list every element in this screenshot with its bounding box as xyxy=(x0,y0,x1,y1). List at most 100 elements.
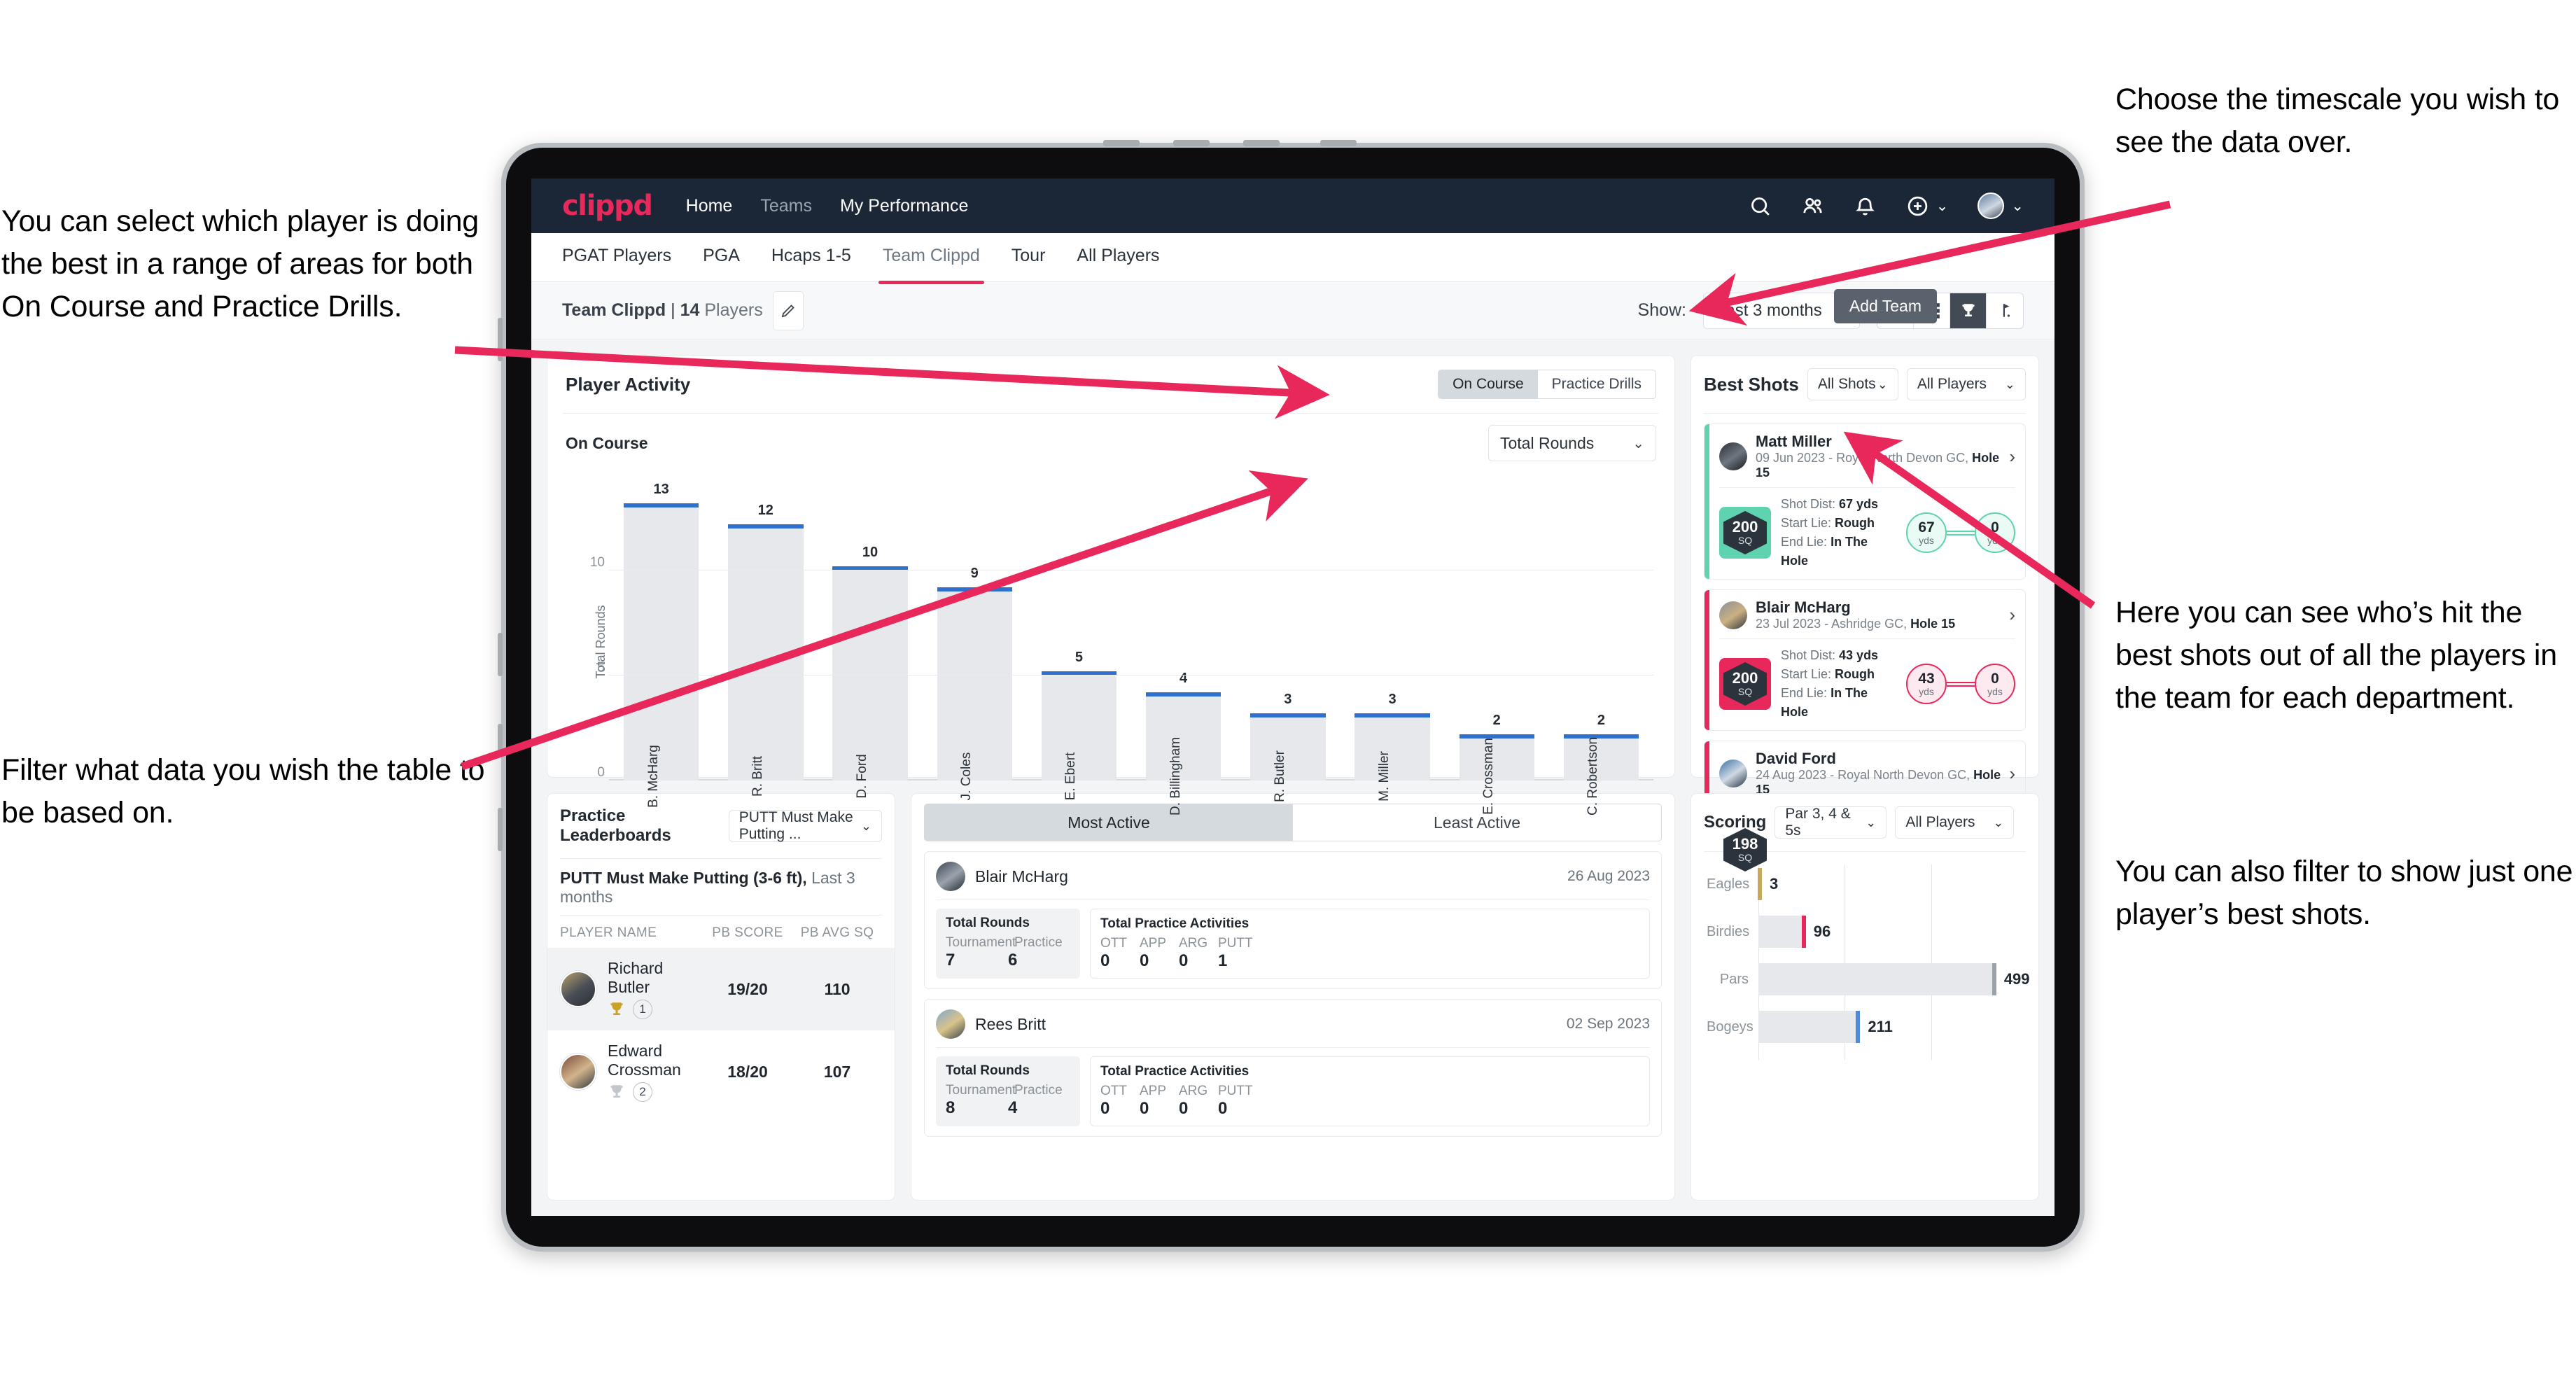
plus-circle-icon[interactable] xyxy=(1906,195,1929,218)
scoring-category-label: Eagles xyxy=(1707,876,1750,892)
trophy-icon xyxy=(610,1002,623,1016)
tab-pga[interactable]: PGA xyxy=(703,246,740,269)
tab-tour[interactable]: Tour xyxy=(1011,246,1046,269)
chart-bar-column[interactable]: 4 D. Billingham xyxy=(1131,486,1236,816)
tab-team-clippd[interactable]: Team Clippd xyxy=(878,246,984,284)
chart-bar[interactable] xyxy=(728,524,804,780)
nav-link-my-performance[interactable]: My Performance xyxy=(840,196,968,216)
chart-y-tick: 10 xyxy=(589,555,605,570)
metric-select[interactable]: Total Rounds ⌄ xyxy=(1488,425,1656,461)
create-menu[interactable]: ⌄ xyxy=(1906,195,1948,218)
chart-bar-column[interactable]: 3 R. Butler xyxy=(1236,486,1340,802)
start-lie-line: Start Lie: Rough xyxy=(1781,667,1875,681)
divider xyxy=(936,899,1650,900)
chart-bar-column[interactable]: 12 R. Britt xyxy=(713,486,818,797)
chevron-down-icon: ⌄ xyxy=(2011,197,2024,214)
player-count: 14 xyxy=(680,300,700,320)
total-rounds-box: Total Rounds Tournament Practice 8 4 xyxy=(936,1056,1080,1126)
tab-hcaps-1-5[interactable]: Hcaps 1-5 xyxy=(771,246,851,269)
edit-team-button[interactable] xyxy=(772,290,804,330)
scoring-bar-row[interactable]: Birdies 96 xyxy=(1707,912,2023,951)
chart-bar-column[interactable]: 2 E. Crossman xyxy=(1445,486,1549,815)
clippd-logo[interactable]: clippd xyxy=(562,190,653,222)
player-avatar[interactable] xyxy=(936,1009,965,1039)
chart-bar[interactable] xyxy=(937,587,1012,780)
practice-key: PUTT xyxy=(1218,936,1253,951)
chevron-right-icon[interactable]: › xyxy=(2009,446,2015,468)
chart-bar-column[interactable]: 10 D. Ford xyxy=(818,486,922,799)
rounds-values: 84 xyxy=(946,1098,1070,1118)
chart-bar[interactable] xyxy=(832,566,908,780)
scoring-bar-row[interactable]: Bogeys 211 xyxy=(1707,1007,2023,1046)
par-filter-select[interactable]: Par 3, 4 & 5s ⌄ xyxy=(1774,806,1887,839)
drill-select[interactable]: PUTT Must Make Putting ... ⌄ xyxy=(728,809,882,842)
annotation-left-top: You can select which player is doing the… xyxy=(1,204,479,324)
player-avatar[interactable] xyxy=(1719,601,1747,629)
activity-player-card[interactable]: Rees Britt 02 Sep 2023 Total Rounds Tournam… xyxy=(924,999,1662,1137)
rounds-key: Practice xyxy=(1014,935,1063,950)
tab-all-players[interactable]: All Players xyxy=(1077,246,1159,269)
best-shots-player-select[interactable]: All Players ⌄ xyxy=(1906,368,2026,400)
best-shot-player-row: Matt Miller 09 Jun 2023 - Royal North Dev… xyxy=(1719,433,2015,480)
show-label: Show: xyxy=(1637,300,1686,320)
scoring-bar-value: 211 xyxy=(1868,1018,1893,1035)
dashboard-row-bottom: Practice Leaderboards PUTT Must Make Put… xyxy=(547,793,2039,1200)
player-avatar[interactable] xyxy=(1719,760,1747,788)
best-shot-card[interactable]: Blair McHarg 23 Jul 2023 - Ashridge GC, H… xyxy=(1704,589,2026,731)
leaderboard-rank-row: 2 xyxy=(608,1082,703,1102)
practice-key: ARG xyxy=(1179,936,1208,951)
toggle-practice-drills[interactable]: Practice Drills xyxy=(1538,370,1656,398)
drill-subtitle-bold: PUTT Must Make Putting (3-6 ft), xyxy=(560,869,807,887)
best-shot-details: 200 SQ Shot Dist: 67 yds Start Lie: Rough En… xyxy=(1719,495,2015,570)
toggle-on-course[interactable]: On Course xyxy=(1438,370,1538,398)
scoring-bar-row[interactable]: Pars 499 xyxy=(1707,960,2030,999)
chart-bar-column[interactable]: 5 E. Ebert xyxy=(1027,486,1131,800)
player-avatar[interactable] xyxy=(1719,442,1747,470)
shot-quality-value: 200 xyxy=(1732,669,1758,687)
chevron-right-icon[interactable]: › xyxy=(2009,604,2015,626)
chevron-right-icon[interactable]: › xyxy=(2009,763,2015,785)
scoring-player-select[interactable]: All Players ⌄ xyxy=(1895,806,2015,839)
leaderboard-player: Richard Butler 1 xyxy=(560,959,703,1019)
bell-icon[interactable] xyxy=(1854,195,1877,218)
activity-player-name: Blair McHarg xyxy=(975,867,1068,886)
user-menu[interactable]: ⌄ xyxy=(1977,192,2024,219)
chart-bar-cap xyxy=(623,503,699,507)
avatar[interactable] xyxy=(1977,192,2005,219)
chart-bar[interactable] xyxy=(1563,734,1639,780)
trophy-icon-button[interactable] xyxy=(1950,293,1987,328)
chart-bar-column[interactable]: 3 M. Miller xyxy=(1340,486,1444,802)
chart-bar-column[interactable]: 13 B. McHarg xyxy=(609,482,713,808)
player-avatar[interactable] xyxy=(936,862,965,891)
chart-bar[interactable] xyxy=(623,503,699,780)
shot-type-select[interactable]: All Shots ⌄ xyxy=(1807,368,1898,400)
tablet-bezel: clippd Home Teams My Performance ⌄ ⌄ PGA… xyxy=(506,148,2080,1247)
table-row[interactable]: Richard Butler 1 19/20 110 xyxy=(547,948,895,1030)
tab-pgat-players[interactable]: PGAT Players xyxy=(562,246,671,269)
player-avatar[interactable] xyxy=(560,971,596,1007)
best-shot-card[interactable]: Matt Miller 09 Jun 2023 - Royal North Dev… xyxy=(1704,424,2026,580)
best-shot-body: Matt Miller 09 Jun 2023 - Royal North Dev… xyxy=(1709,424,2025,579)
chart-bar-column[interactable]: 2 C. Robertson xyxy=(1549,486,1653,816)
chart-bar[interactable] xyxy=(1354,713,1430,780)
nav-link-teams[interactable]: Teams xyxy=(760,196,812,216)
nav-link-home[interactable]: Home xyxy=(686,196,733,216)
activity-player-card[interactable]: Blair McHarg 26 Aug 2023 Total Rounds Tourn… xyxy=(924,851,1662,989)
chart-bar-cap xyxy=(937,587,1012,592)
chart-bar-column[interactable]: 9 J. Coles xyxy=(923,486,1027,800)
scoring-bar-row[interactable]: Eagles 3 xyxy=(1707,864,2023,904)
search-icon[interactable] xyxy=(1749,195,1772,218)
scoring-bar-track: 3 xyxy=(1758,868,2023,900)
chart-bar-value: 2 xyxy=(1492,713,1501,728)
flag-icon-button[interactable] xyxy=(1987,293,2023,328)
practice-key: APP xyxy=(1140,936,1167,951)
people-icon[interactable] xyxy=(1801,195,1824,218)
chart-bar[interactable] xyxy=(1041,671,1117,780)
practice-activities-box: Total Practice Activities OTT APP ARG PUTT 0 0… xyxy=(1090,1056,1650,1126)
player-avatar[interactable] xyxy=(560,1054,596,1090)
chart-bar[interactable] xyxy=(1459,734,1534,780)
chart-gridline xyxy=(609,675,1653,676)
table-row[interactable]: Edward Crossman 2 18/20 107 xyxy=(547,1030,895,1113)
chart-bar-cap xyxy=(1459,734,1534,738)
shot-quality-tile: 200 SQ xyxy=(1719,507,1771,559)
